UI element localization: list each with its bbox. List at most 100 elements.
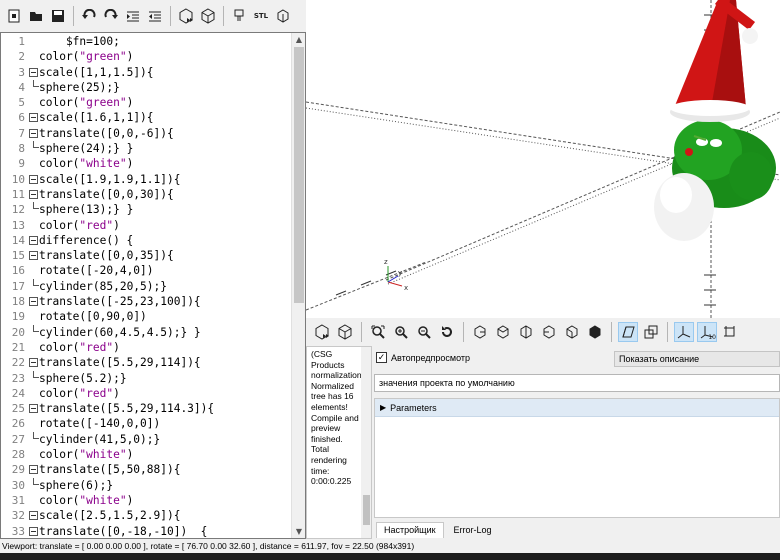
export-3d-icon[interactable] xyxy=(273,5,293,27)
code-line[interactable]: 12 sphere(13);} } xyxy=(1,202,291,217)
code-line[interactable]: 7 translate([0,0,-6]){ xyxy=(1,126,291,141)
unindent-icon[interactable] xyxy=(145,5,165,27)
code-line[interactable]: 3 scale([1,1,1.5]){ xyxy=(1,65,291,80)
code-line[interactable]: 17 cylinder(85,20,5);} xyxy=(1,278,291,294)
code-line[interactable]: 6 scale([1.6,1,1]){ xyxy=(1,110,291,125)
fold-marker-icon[interactable] xyxy=(29,113,38,123)
code-line[interactable]: 22 translate([5.5,29,114]){ xyxy=(1,355,291,370)
export-stl-icon[interactable]: STL xyxy=(251,5,271,27)
code-line[interactable]: 33 translate([0,-18,-10]) { xyxy=(1,524,291,539)
code-line[interactable]: 19 rotate([0,90,0]) xyxy=(1,309,291,324)
code-line[interactable]: 13 color("red") xyxy=(1,218,291,233)
code-line[interactable]: 14 difference() { xyxy=(1,233,291,248)
view-top-icon[interactable] xyxy=(493,322,513,342)
code-line[interactable]: 5 color("green") xyxy=(1,95,291,110)
fold-marker-icon[interactable] xyxy=(29,67,38,77)
code-line[interactable]: 20 cylinder(60,4.5,4.5);} } xyxy=(1,324,291,340)
open-file-icon[interactable] xyxy=(26,5,46,27)
render-icon[interactable] xyxy=(198,5,218,27)
view-bottom-icon[interactable] xyxy=(516,322,536,342)
code-line[interactable]: 31 color("white") xyxy=(1,493,291,508)
code-line[interactable]: 2 color("green") xyxy=(1,49,291,64)
tab-error-log[interactable]: Error-Log xyxy=(445,522,500,538)
fold-marker-icon[interactable] xyxy=(29,174,38,184)
code-line[interactable]: 1 $fn=100; xyxy=(1,34,291,49)
code-line[interactable]: 8 sphere(24);} } xyxy=(1,141,291,156)
indent-icon[interactable] xyxy=(123,5,143,27)
fold-marker-icon[interactable] xyxy=(29,189,38,199)
view-front-icon[interactable] xyxy=(562,322,582,342)
code-lines[interactable]: 1 $fn=100; 2 color("green") 3 scale([1,1,1.5… xyxy=(1,34,291,539)
code-text: color("white") xyxy=(39,447,133,462)
fold-marker-icon[interactable] xyxy=(29,358,38,368)
tab-customizer[interactable]: Настройщик xyxy=(376,522,444,538)
code-line[interactable]: 29 translate([5,50,88]){ xyxy=(1,462,291,477)
code-line[interactable]: 28 color("white") xyxy=(1,447,291,462)
orthogonal-icon[interactable] xyxy=(641,322,661,342)
code-line[interactable]: 9 color("white") xyxy=(1,156,291,171)
code-line[interactable]: 18 translate([-25,23,100]){ xyxy=(1,294,291,309)
code-token: ]){ xyxy=(180,356,201,370)
viewport-canvas[interactable]: z x y xyxy=(306,0,780,318)
code-line[interactable]: 4 sphere(25);} xyxy=(1,79,291,95)
show-scale-icon[interactable]: 10 xyxy=(697,322,717,342)
code-token: );} xyxy=(92,478,114,492)
code-line[interactable]: 21 color("red") xyxy=(1,340,291,355)
console-panel[interactable]: (CSG Products normalization)... Normaliz… xyxy=(306,346,372,539)
line-number: 9 xyxy=(18,157,25,171)
code-line[interactable]: 10 scale([1.9,1.9,1.1]){ xyxy=(1,172,291,187)
fold-marker-icon[interactable] xyxy=(29,297,38,307)
scroll-down-icon[interactable]: ▼ xyxy=(292,525,305,538)
code-line[interactable]: 24 color("red") xyxy=(1,386,291,401)
code-line[interactable]: 26 rotate([-140,0,0]) xyxy=(1,416,291,431)
code-line[interactable]: 25 translate([5.5,29,114.3]){ xyxy=(1,401,291,416)
parameters-header[interactable]: ▶ Parameters xyxy=(375,399,779,417)
fold-marker-icon[interactable] xyxy=(29,404,38,414)
fold-marker-icon[interactable] xyxy=(29,465,38,475)
save-icon[interactable] xyxy=(48,5,68,27)
scrollbar-thumb[interactable] xyxy=(363,495,370,525)
editor-scrollbar[interactable]: ▲ ▼ xyxy=(291,33,305,538)
fold-marker-icon[interactable] xyxy=(29,235,38,245)
preset-select[interactable]: значения проекта по умолчанию xyxy=(374,374,780,392)
view-left-icon[interactable] xyxy=(539,322,559,342)
code-line[interactable]: 16 rotate([-20,4,0]) xyxy=(1,263,291,278)
new-file-icon[interactable] xyxy=(4,5,24,27)
code-text: $fn=100; xyxy=(39,34,120,49)
code-line[interactable]: 11 translate([0,0,30]){ xyxy=(1,187,291,202)
view-all-icon[interactable] xyxy=(368,322,388,342)
fold-marker-icon[interactable] xyxy=(29,526,38,536)
toolbar-separator xyxy=(223,6,224,26)
auto-preview-checkbox[interactable]: ✓ xyxy=(376,352,387,363)
fold-marker-icon[interactable] xyxy=(29,128,38,138)
perspective-icon[interactable] xyxy=(618,322,638,342)
code-line[interactable]: 27 cylinder(41,5,0);} xyxy=(1,431,291,447)
zoom-out-icon[interactable] xyxy=(414,322,434,342)
send-to-print-icon[interactable] xyxy=(229,5,249,27)
code-text: rotate([0,90,0]) xyxy=(39,309,147,324)
console-scrollbar[interactable] xyxy=(361,347,371,538)
code-line[interactable]: 15 translate([0,0,35]){ xyxy=(1,248,291,263)
render-icon[interactable] xyxy=(335,322,355,342)
undo-icon[interactable] xyxy=(79,5,99,27)
preview-icon[interactable] xyxy=(176,5,196,27)
show-edges-icon[interactable] xyxy=(720,322,740,342)
description-select[interactable]: Показать описание xyxy=(614,351,780,367)
code-editor[interactable]: 1 $fn=100; 2 color("green") 3 scale([1,1,1.5… xyxy=(0,32,306,539)
view-back-icon[interactable] xyxy=(585,322,605,342)
scroll-up-icon[interactable]: ▲ xyxy=(292,33,305,46)
code-line[interactable]: 32 scale([2.5,1.5,2.9]){ xyxy=(1,508,291,523)
code-token: );} } xyxy=(99,203,134,217)
fold-marker-icon[interactable] xyxy=(29,511,38,521)
view-right-icon[interactable] xyxy=(470,322,490,342)
reset-view-icon[interactable] xyxy=(437,322,457,342)
zoom-in-icon[interactable] xyxy=(391,322,411,342)
preview-icon[interactable] xyxy=(312,322,332,342)
code-line[interactable]: 23 sphere(5.2);} xyxy=(1,370,291,386)
redo-icon[interactable] xyxy=(101,5,121,27)
scrollbar-thumb[interactable] xyxy=(294,47,304,303)
code-line[interactable]: 30 sphere(6);} xyxy=(1,477,291,493)
show-axes-icon[interactable] xyxy=(674,322,694,342)
fold-marker-icon[interactable] xyxy=(29,251,38,261)
3d-viewport[interactable]: z x y xyxy=(306,0,780,318)
